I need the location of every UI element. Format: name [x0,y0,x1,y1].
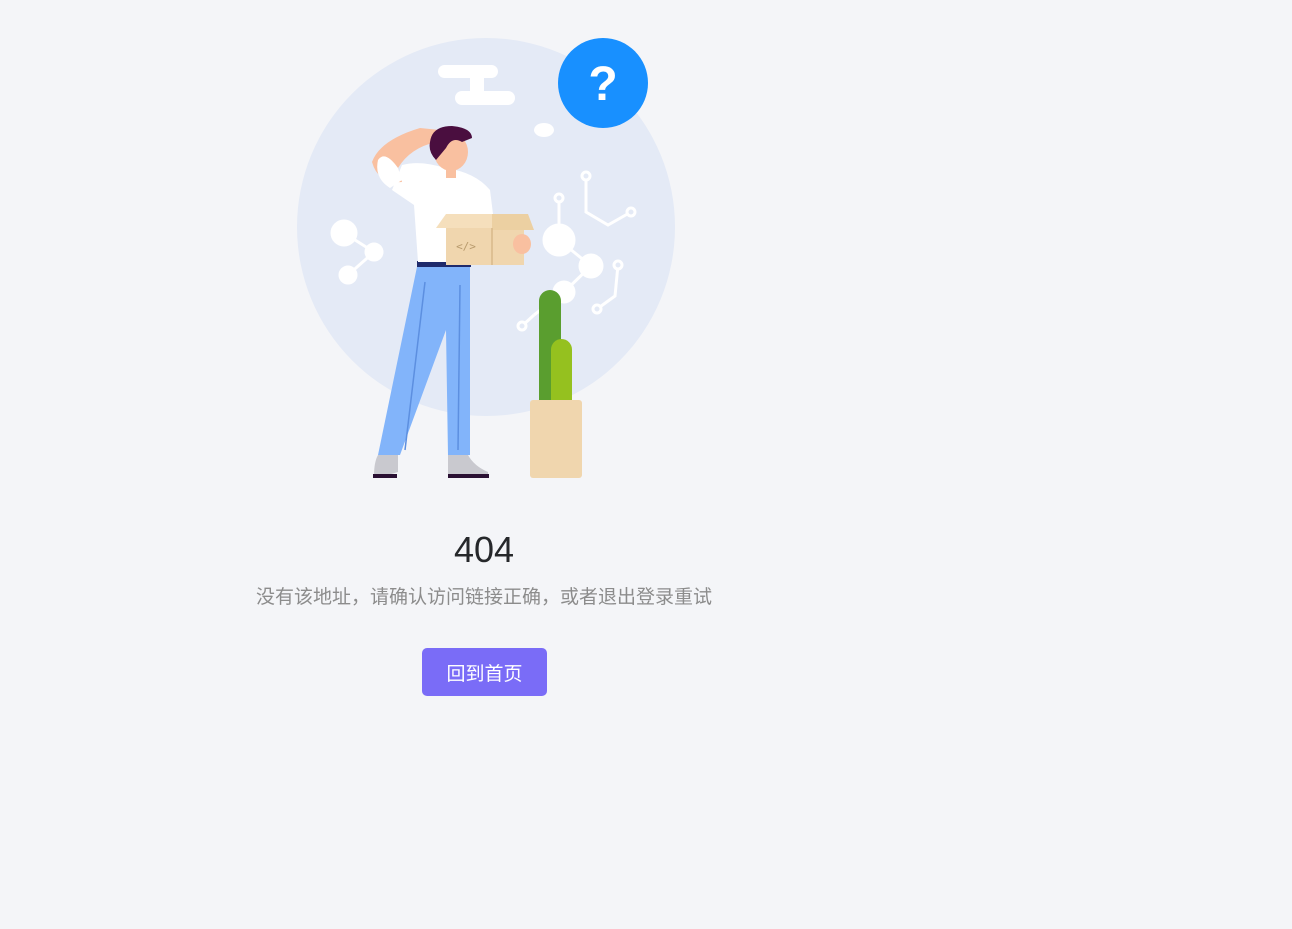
question-mark-icon: ? [588,58,617,111]
svg-text:</>: </> [456,240,476,253]
back-to-home-button[interactable]: 回到首页 [422,648,547,696]
confused-person-illustration: ? </> [297,38,675,478]
error-code: 404 [453,529,515,570]
error-message: 没有该地址，请确认访问链接正确，或者退出登录重试 [255,586,712,608]
not-found-page: ? </> 404 没有该地址，请确认访问链接正确，或者退出登录重试 回到首页 [0,0,1292,929]
question-badge: ? [558,38,648,128]
